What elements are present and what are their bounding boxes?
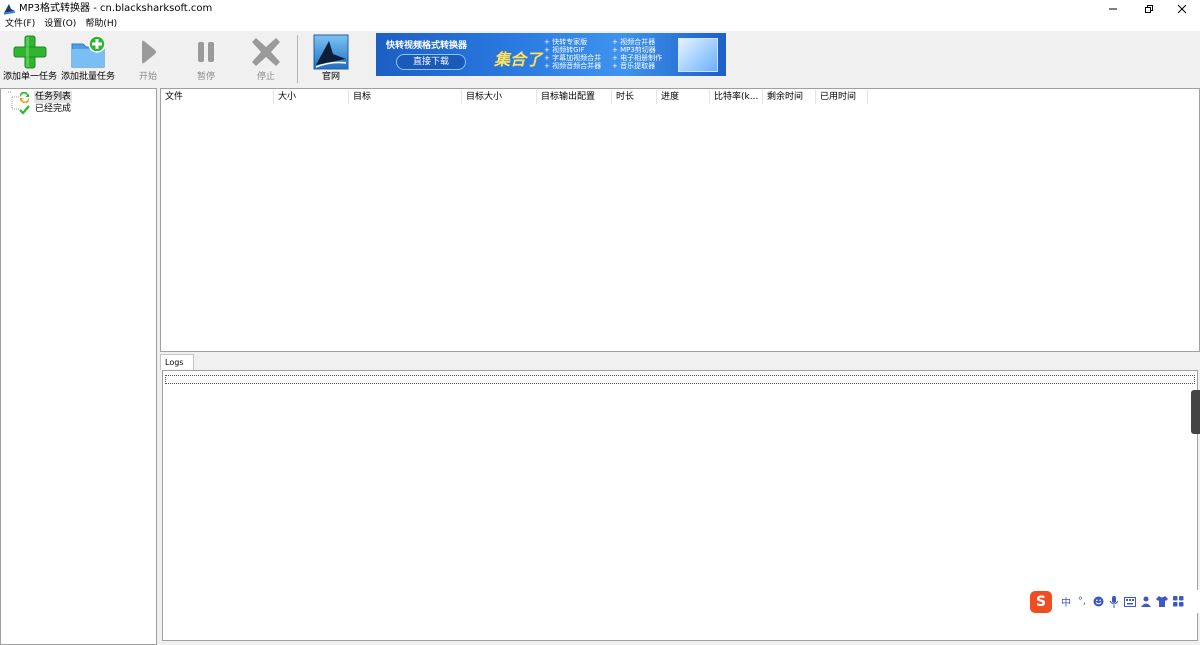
banner-feature: + 视频音频合并器 (544, 62, 602, 70)
shark-app-icon (3, 2, 16, 15)
toolbar-separator (297, 35, 298, 83)
pause-label: 暂停 (196, 72, 215, 82)
column-header-output-config[interactable]: 目标输出配置 (537, 90, 612, 104)
add-batch-task-label: 添加批量任务 (60, 72, 115, 82)
microphone-icon[interactable] (1106, 594, 1122, 610)
column-header-elapsed-time[interactable]: 已用时间 (816, 90, 868, 104)
banner-product-box-icon (678, 38, 718, 72)
banner-feature: + 音乐提取器 (612, 62, 656, 70)
folder-add-icon (71, 35, 106, 68)
minimize-icon (1109, 8, 1117, 9)
tree-item-label: 已经完成 (35, 104, 72, 114)
banner-feature: + 电子相册制作 (612, 54, 663, 62)
shark-logo-icon (313, 34, 349, 70)
menu-bar: 文件(F) 设置(O) 帮助(H) (0, 17, 1200, 31)
menu-file[interactable]: 文件(F) (1, 17, 39, 31)
minimize-button[interactable] (1095, 0, 1131, 17)
tree-item-task-list[interactable]: 任务列表 (19, 91, 73, 103)
stop-button[interactable]: 停止 (246, 34, 286, 86)
official-website-button[interactable]: 官网 (311, 34, 351, 86)
ime-punctuation-toggle[interactable]: °, (1074, 594, 1090, 610)
task-list-icon (19, 91, 30, 103)
banner-feature: + 字幕加视频合并 (544, 54, 602, 62)
sogou-logo-icon[interactable]: S (1030, 590, 1052, 613)
tree-connector-lines (8, 91, 19, 110)
column-header-target-size[interactable]: 目标大小 (462, 90, 537, 104)
banner-title: 快转视频格式转换器 (386, 41, 468, 51)
close-icon (1177, 4, 1187, 13)
stop-label: 停止 (256, 72, 275, 82)
add-single-task-label: 添加单一任务 (2, 72, 57, 82)
column-header-bitrate[interactable]: 比特率(k... (710, 90, 763, 104)
column-header-size[interactable]: 大小 (274, 90, 349, 104)
banner-headline: 集合了 (494, 50, 543, 69)
edge-handle[interactable] (1191, 390, 1200, 434)
green-plus-icon (13, 35, 47, 69)
banner-features-left: + 快转专家版 + 视频转GIF + 字幕加视频合并 + 视频音频合并器 (544, 38, 601, 70)
ime-mode-toggle[interactable]: 中 (1058, 594, 1074, 610)
add-single-task-button[interactable]: 添加单一任务 (2, 34, 58, 86)
task-tree: 任务列表 已经完成 (0, 88, 157, 645)
ime-toolbar: S 中 °, (1030, 590, 1200, 613)
add-batch-task-button[interactable]: 添加批量任务 (60, 34, 116, 86)
user-icon[interactable] (1138, 594, 1154, 610)
banner-feature: + 视频转GIF (544, 46, 585, 54)
banner-feature: + 快转专家版 (544, 38, 588, 46)
banner-feature: + MP3剪切器 (612, 46, 656, 54)
column-header-progress[interactable]: 进度 (657, 90, 710, 104)
task-table: 文件 大小 目标 目标大小 目标输出配置 时长 进度 比特率(k... 剩余时间… (160, 88, 1200, 352)
stop-x-icon (252, 38, 280, 66)
emoji-icon[interactable] (1090, 594, 1106, 610)
banner-features-right: + 视频合并器 + MP3剪切器 + 电子相册制作 + 音乐提取器 (612, 38, 662, 70)
banner-ad[interactable]: 快转视频格式转换器 直接下载 集合了 + 快转专家版 + 视频转GIF + 字幕… (376, 33, 726, 76)
restore-icon (1145, 4, 1153, 13)
tree-item-completed[interactable]: 已经完成 (19, 103, 72, 115)
restore-button[interactable] (1131, 0, 1167, 17)
tab-logs[interactable]: Logs (160, 354, 194, 370)
title-bar: MP3格式转换器 - cn.blacksharksoft.com (0, 0, 1200, 17)
keyboard-icon[interactable] (1122, 594, 1138, 610)
play-icon (142, 40, 156, 64)
start-label: 开始 (138, 72, 157, 82)
checkmark-icon (19, 104, 30, 115)
column-header-file[interactable]: 文件 (161, 90, 274, 104)
column-header-duration[interactable]: 时长 (612, 90, 657, 104)
banner-feature: + 视频合并器 (612, 38, 656, 46)
tree-item-label: 任务列表 (34, 91, 73, 103)
banner-download-button[interactable]: 直接下载 (396, 54, 466, 70)
official-website-label: 官网 (321, 72, 340, 82)
pause-button[interactable]: 暂停 (186, 34, 226, 86)
menu-settings[interactable]: 设置(O) (40, 17, 80, 31)
pause-icon (198, 42, 214, 62)
menu-help[interactable]: 帮助(H) (81, 17, 121, 31)
column-header-remaining-time[interactable]: 剩余时间 (763, 90, 816, 104)
logs-selected-line (165, 375, 1195, 384)
column-header-target[interactable]: 目标 (349, 90, 462, 104)
window-title: MP3格式转换器 - cn.blacksharksoft.com (19, 3, 213, 14)
skin-shirt-icon[interactable] (1154, 594, 1170, 610)
toolbox-grid-icon[interactable] (1170, 594, 1186, 610)
close-button[interactable] (1164, 0, 1200, 17)
start-button[interactable]: 开始 (128, 34, 168, 86)
app-window: MP3格式转换器 - cn.blacksharksoft.com 文件(F) 设… (0, 0, 1200, 645)
